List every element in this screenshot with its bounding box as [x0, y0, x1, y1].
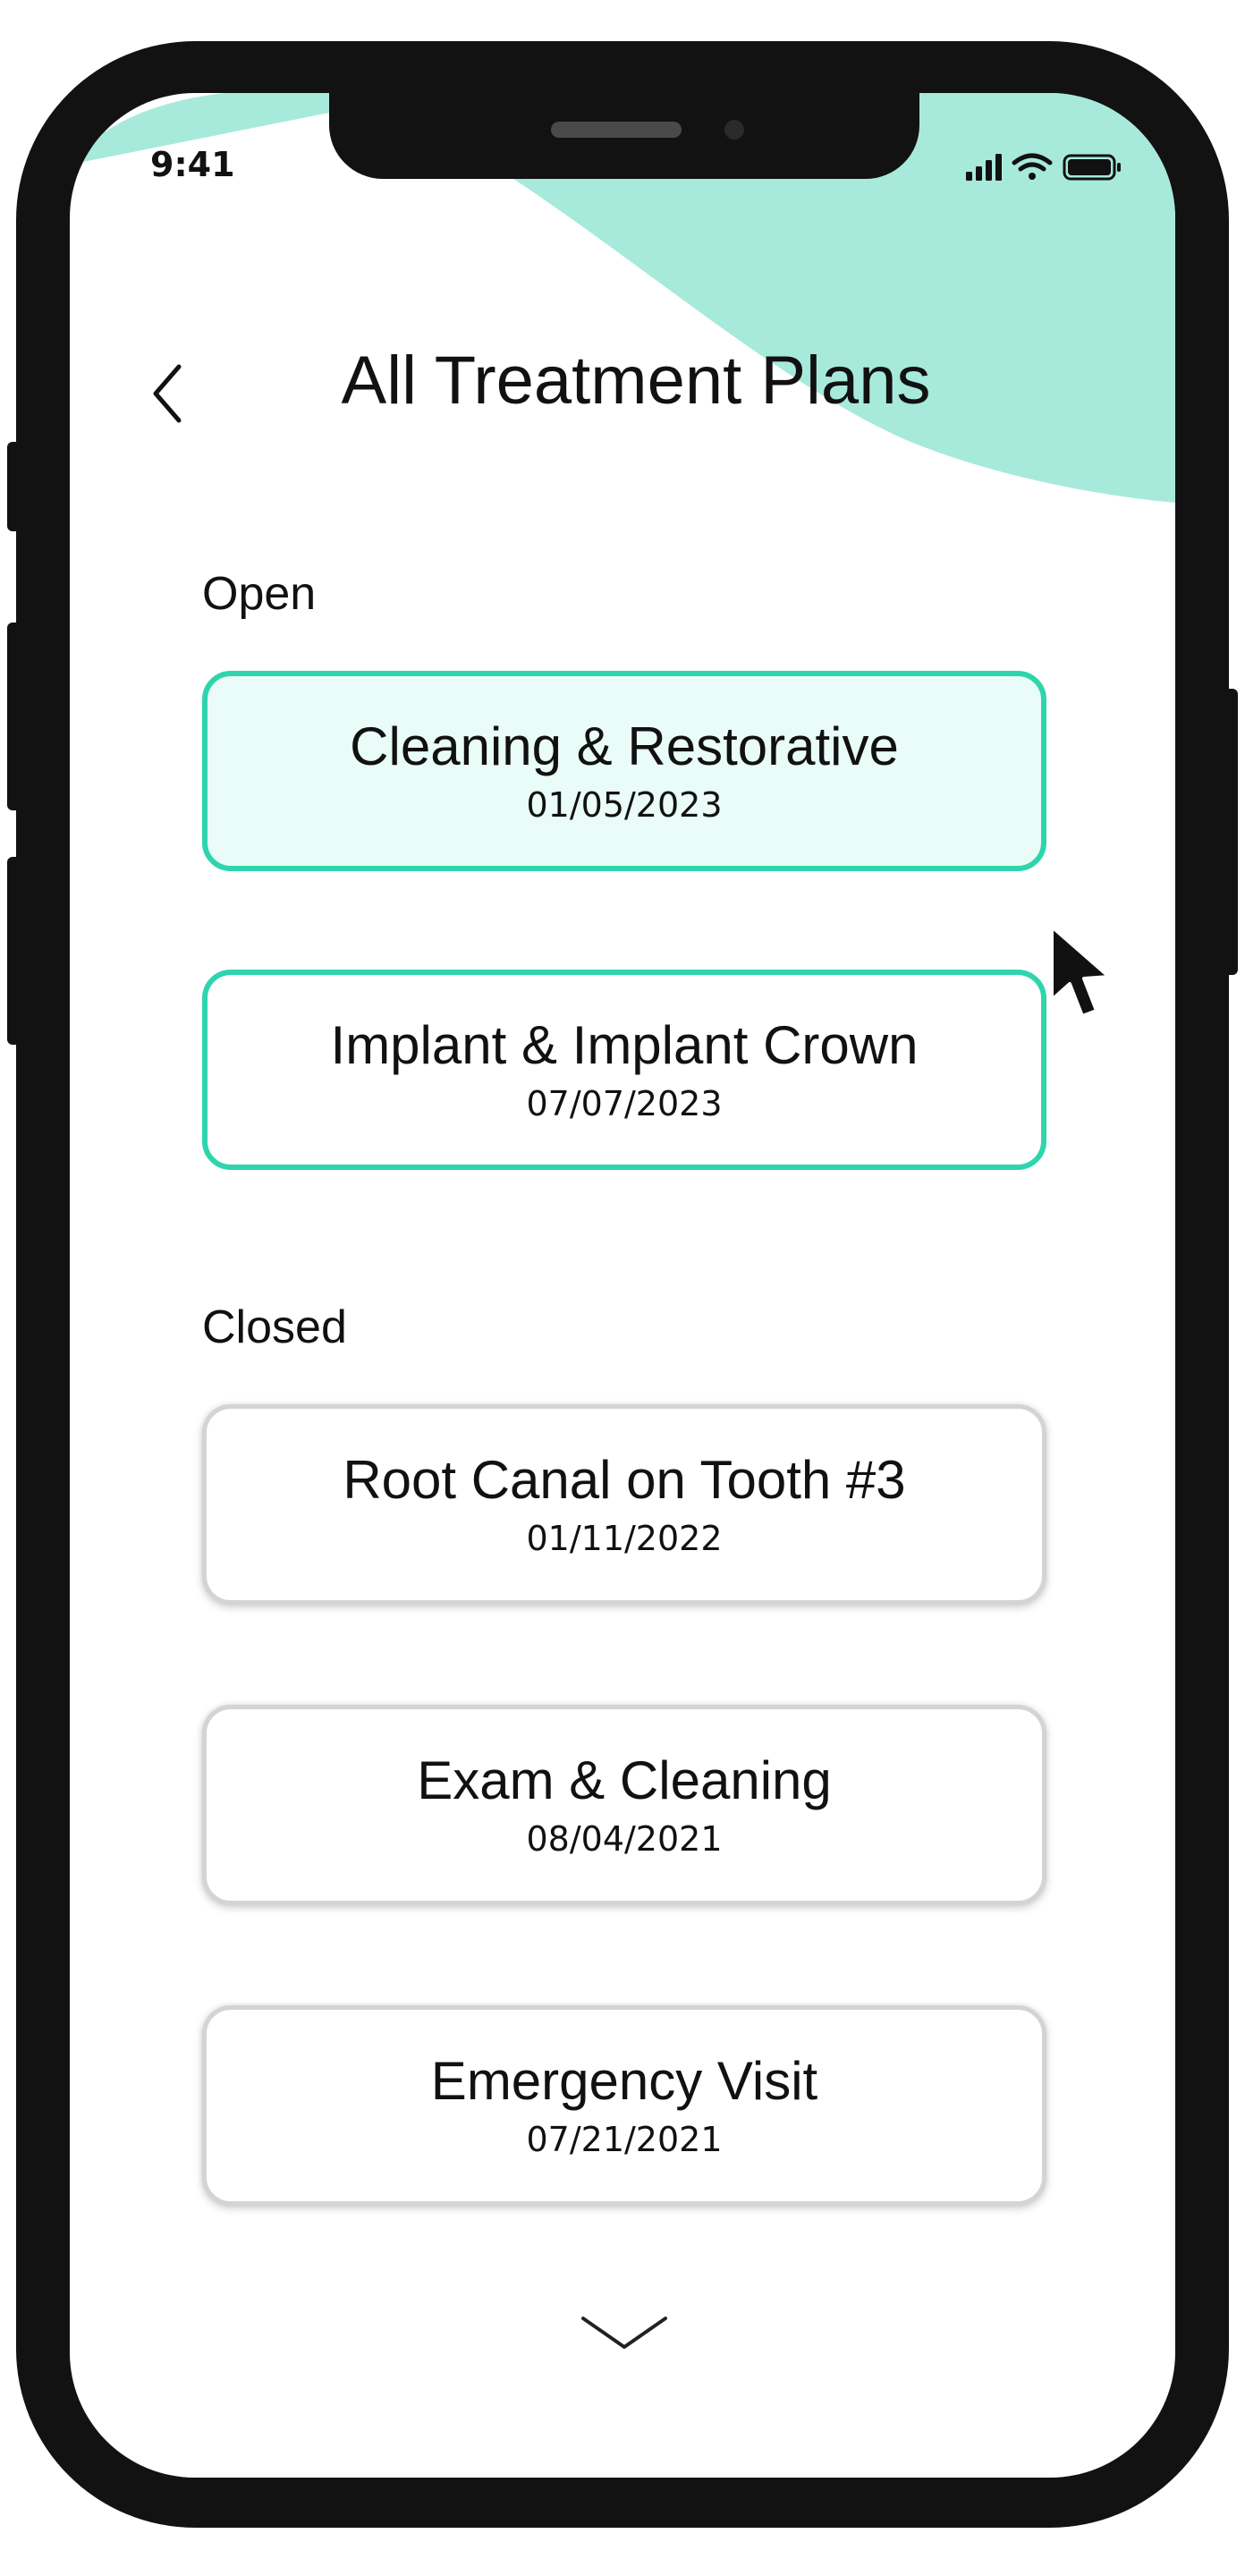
plan-card-cleaning-restorative[interactable]: Cleaning & Restorative 01/05/2023	[202, 671, 1046, 871]
plan-date: 01/05/2023	[526, 784, 723, 825]
cellular-signal-icon	[966, 154, 1002, 181]
plan-name: Root Canal on Tooth #3	[343, 1449, 906, 1510]
plan-name: Emergency Visit	[430, 2050, 818, 2111]
plan-date: 08/04/2021	[526, 1818, 723, 1859]
power-button	[1224, 689, 1238, 975]
plan-card-emergency-visit[interactable]: Emergency Visit 07/21/2021	[202, 2005, 1046, 2206]
status-time: 9:41	[150, 145, 235, 184]
plan-card-root-canal[interactable]: Root Canal on Tooth #3 01/11/2022	[202, 1404, 1046, 1605]
volume-up-button	[7, 623, 21, 810]
speaker-grille	[551, 122, 682, 138]
plan-date: 01/11/2022	[526, 1518, 723, 1558]
status-icons	[964, 150, 1134, 190]
plan-name: Exam & Cleaning	[417, 1750, 832, 1810]
section-label-closed: Closed	[202, 1301, 347, 1353]
phone-screen: 9:41 All Treatment Plans Open Cleaning &…	[70, 93, 1175, 2478]
plan-date: 07/21/2021	[526, 2119, 723, 2159]
front-camera	[724, 120, 744, 140]
wifi-icon	[1012, 153, 1053, 180]
battery-icon	[1063, 154, 1121, 181]
plan-name: Cleaning & Restorative	[350, 716, 899, 776]
app-stage: 9:41 All Treatment Plans Open Cleaning &…	[0, 0, 1245, 2576]
mouse-cursor-icon	[1050, 925, 1111, 1018]
plan-card-implant-crown[interactable]: Implant & Implant Crown 07/07/2023	[202, 970, 1046, 1170]
mute-switch	[7, 442, 21, 531]
plan-name: Implant & Implant Crown	[330, 1014, 919, 1075]
plan-date: 07/07/2023	[526, 1083, 723, 1123]
page-title: All Treatment Plans	[341, 343, 931, 419]
chevron-down-icon[interactable]	[578, 2311, 671, 2356]
volume-down-button	[7, 857, 21, 1045]
section-label-open: Open	[202, 568, 317, 620]
plan-card-exam-cleaning[interactable]: Exam & Cleaning 08/04/2021	[202, 1705, 1046, 1905]
